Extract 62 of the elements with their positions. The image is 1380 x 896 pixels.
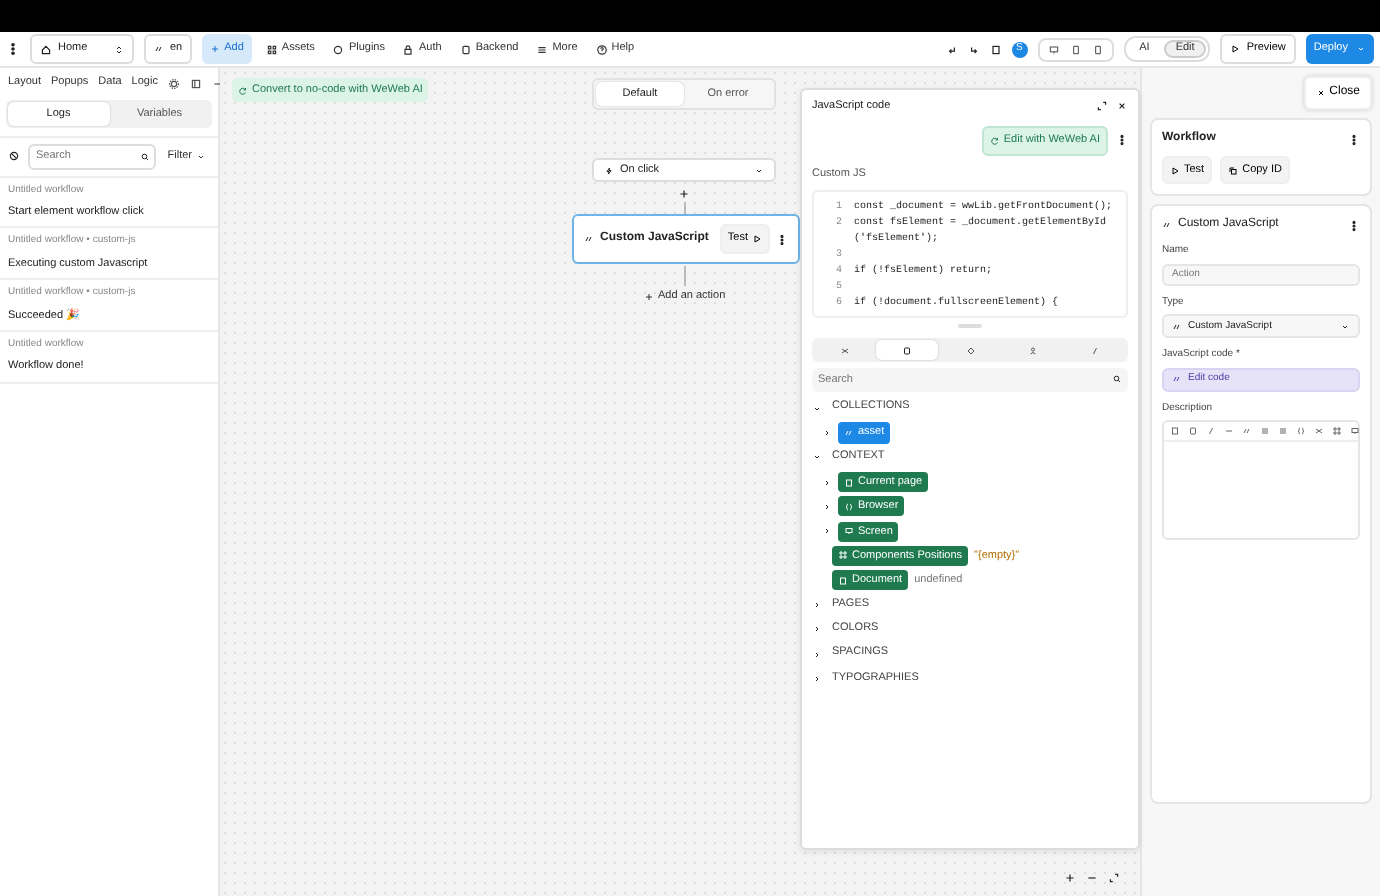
zoom-in-icon[interactable] — [1064, 872, 1076, 884]
collapse-icon[interactable] — [211, 78, 224, 90]
code-icon — [584, 234, 594, 244]
refresh-icon — [989, 135, 1000, 146]
updown-icon — [114, 43, 124, 55]
search-icon — [139, 151, 150, 162]
fit-icon[interactable] — [1108, 872, 1120, 884]
database-icon — [902, 345, 913, 356]
add-step-icon[interactable] — [678, 188, 690, 200]
format-icon[interactable] — [1242, 426, 1252, 437]
settings-icon[interactable] — [167, 78, 180, 90]
phone-icon — [1091, 43, 1104, 55]
redo-icon[interactable] — [967, 43, 980, 55]
grid-icon — [838, 550, 848, 561]
page-icon — [844, 477, 854, 488]
play-icon — [752, 234, 762, 244]
help-icon — [595, 43, 608, 55]
more-icon[interactable] — [6, 42, 20, 56]
plus-icon — [210, 44, 221, 54]
code-icon — [1162, 220, 1172, 231]
search-icon — [1112, 374, 1122, 385]
more-icon[interactable] — [1116, 134, 1128, 147]
slash-icon — [1089, 345, 1100, 356]
plug-icon — [332, 43, 345, 55]
close-icon[interactable] — [1116, 100, 1128, 113]
play-icon — [1170, 165, 1180, 176]
formula-tab[interactable] — [876, 339, 939, 360]
grid-icon — [265, 43, 278, 55]
home-icon — [40, 43, 52, 55]
document-icon — [838, 575, 848, 586]
format-icon[interactable] — [1314, 426, 1324, 437]
monitor-icon — [1047, 43, 1060, 55]
undo-icon[interactable] — [945, 43, 958, 55]
code-icon — [1172, 321, 1182, 332]
refresh-icon — [238, 85, 248, 96]
database-icon — [459, 43, 472, 55]
more-icon[interactable] — [1348, 133, 1360, 145]
zoom-out-icon[interactable] — [1086, 872, 1098, 884]
device-switcher[interactable] — [1037, 37, 1114, 61]
page-icon[interactable] — [989, 43, 1002, 55]
user-icon — [1027, 345, 1038, 356]
flash-icon — [604, 165, 614, 175]
play-icon — [1230, 44, 1241, 54]
copy-icon — [1228, 165, 1239, 176]
code-icon — [1172, 374, 1182, 385]
plus-icon — [644, 292, 654, 303]
merge-icon — [840, 345, 851, 356]
tablet-icon — [1069, 43, 1082, 55]
lock-icon — [402, 43, 415, 55]
monitor-icon — [844, 526, 854, 537]
format-icon[interactable] — [1350, 426, 1360, 437]
clear-icon[interactable] — [8, 150, 20, 163]
braces-icon — [844, 501, 854, 512]
diamond-icon — [965, 345, 975, 356]
list-icon — [536, 43, 549, 55]
more-icon[interactable] — [776, 233, 788, 245]
format-icon[interactable] — [1332, 426, 1342, 437]
format-icon[interactable] — [1296, 426, 1306, 437]
expand-icon[interactable] — [1096, 100, 1108, 113]
sidebar-icon[interactable] — [189, 78, 202, 90]
more-icon[interactable] — [1348, 219, 1360, 232]
close-icon — [1315, 88, 1326, 98]
